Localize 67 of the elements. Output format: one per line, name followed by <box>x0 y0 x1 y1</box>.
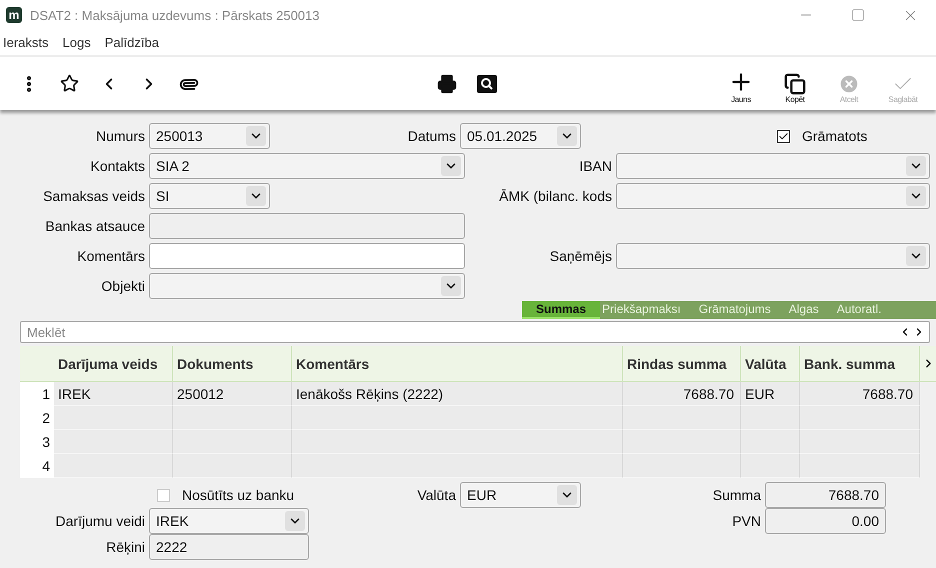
dropdown[interactable]: 05.01.2025 <box>460 123 581 149</box>
table-cell: 7688.70 <box>800 382 920 406</box>
chevron-right-icon[interactable] <box>920 346 936 382</box>
chevron-down-icon <box>906 246 926 266</box>
field-label: Numurs <box>94 128 146 144</box>
checkbox-label: Nosūtīts uz banku <box>182 487 294 503</box>
search-icon[interactable] <box>476 72 498 94</box>
field-label: Darījumu veidi <box>54 513 146 529</box>
toolbar-button[interactable]: Kopēt <box>768 64 822 104</box>
field-label: ĀMK (bilanc. kods <box>498 188 613 204</box>
chevron-down-icon <box>285 511 305 531</box>
field-label: Bankas atsauce <box>44 218 146 234</box>
copy-icon <box>784 72 806 94</box>
field-label: PVN <box>731 513 762 529</box>
table-cell: EUR <box>741 382 800 406</box>
toolbar-button[interactable]: Jauns <box>714 64 768 104</box>
window-title: DSAT2 : Maksājuma uzdevums : Pārskats 250013 <box>30 8 320 22</box>
chevron-down-icon <box>441 276 461 296</box>
header-corner-cell <box>20 346 54 382</box>
column-header[interactable]: Bank. summa <box>800 346 920 382</box>
field-label: Kontakts <box>90 158 146 174</box>
column-header[interactable]: Dokuments <box>173 346 292 382</box>
chevron-down-icon <box>557 126 577 146</box>
field-label: Komentārs <box>76 248 146 264</box>
field-label: Samaksas veids <box>42 188 146 204</box>
dropdown[interactable]: SI <box>149 183 270 209</box>
row-number: 4 <box>20 454 54 478</box>
field-label: Valūta <box>416 487 457 503</box>
field-label: Objekti <box>100 278 146 294</box>
input-field[interactable] <box>149 243 465 269</box>
table-cell: IREK <box>54 382 173 406</box>
chevron-down-icon <box>906 156 926 176</box>
star-icon[interactable] <box>58 72 80 94</box>
menu-item[interactable]: Logs <box>60 35 97 50</box>
field-label: IBAN <box>578 158 613 174</box>
tab[interactable]: Summas <box>522 301 600 319</box>
print-icon[interactable] <box>436 72 458 94</box>
row-number: 1 <box>20 382 54 406</box>
table-cell: Ienākošs Rēķins (2222) <box>292 382 623 406</box>
chevron-down-icon <box>441 156 461 176</box>
field-label: Saņēmējs <box>548 248 613 264</box>
column-header[interactable]: Darījuma veids <box>54 346 173 382</box>
column-header[interactable]: Valūta <box>741 346 800 382</box>
checkbox[interactable] <box>777 130 790 142</box>
chevron-down-icon <box>246 126 266 146</box>
menu-item[interactable]: Palīdzība <box>102 35 165 50</box>
table-cell: 7688.70 <box>623 382 741 406</box>
row-number: 2 <box>20 406 54 430</box>
column-header[interactable]: Komentārs <box>292 346 623 382</box>
row-number: 3 <box>20 430 54 454</box>
app-logo: m <box>6 7 22 23</box>
column-header[interactable]: Rindas summa <box>623 346 741 382</box>
dropdown[interactable]: SIA 2 <box>149 153 465 179</box>
dropdown[interactable]: EUR <box>460 482 581 508</box>
cancel-icon <box>838 72 860 94</box>
chevron-down-icon <box>246 186 266 206</box>
dropdown[interactable]: IREK <box>149 508 309 534</box>
search-field[interactable]: Meklēt <box>20 321 930 343</box>
chevron-down-icon <box>557 485 577 505</box>
field-label: Summa <box>712 487 762 503</box>
menu-item[interactable]: Ieraksts <box>0 35 55 50</box>
checkbox-label: Grāmatots <box>802 128 868 144</box>
table-cell: 250012 <box>173 382 292 406</box>
chevron-down-icon <box>906 186 926 206</box>
field-label: Datums <box>406 128 457 144</box>
field-label: Rēķini <box>105 539 146 555</box>
dropdown[interactable]: 250013 <box>149 123 270 149</box>
